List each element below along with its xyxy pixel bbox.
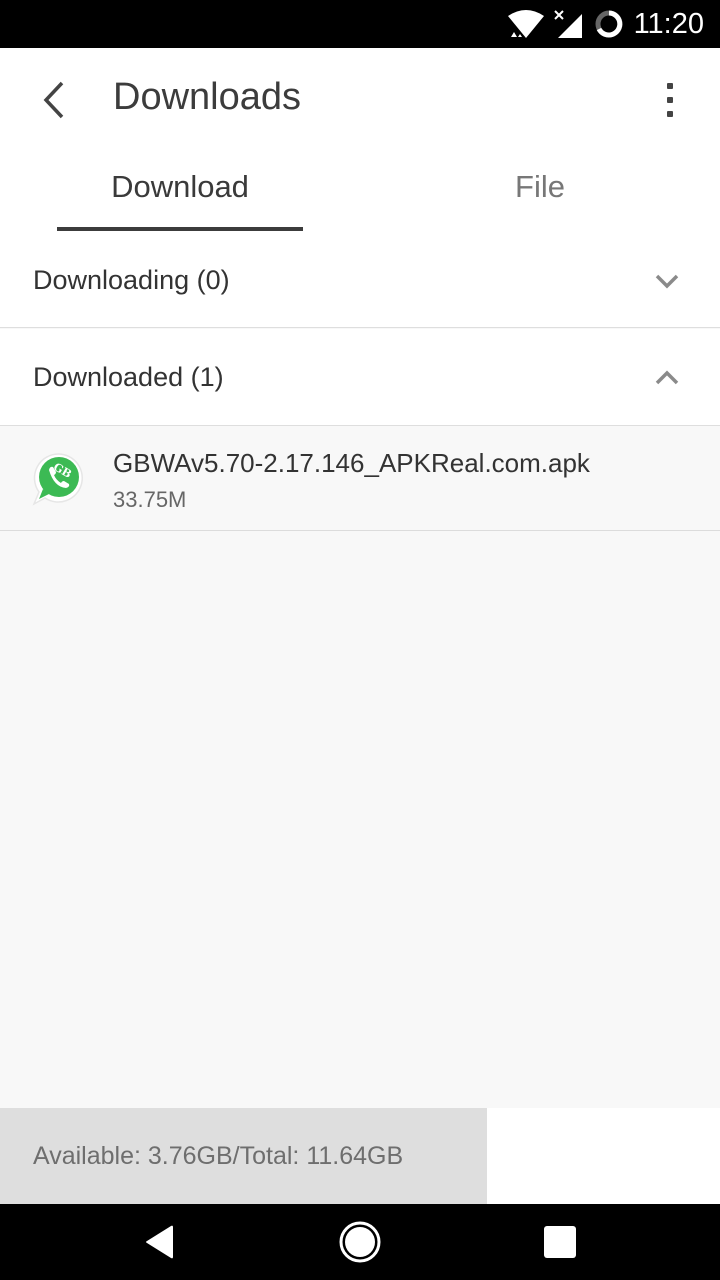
file-name: GBWAv5.70-2.17.146_APKReal.com.apk — [113, 448, 590, 478]
section-downloaded[interactable]: Downloaded (1) — [0, 329, 720, 426]
wifi-icon — [508, 10, 544, 38]
tab-bar: Download File — [0, 148, 720, 232]
more-vert-icon — [667, 83, 673, 89]
chevron-down-icon[interactable] — [654, 268, 680, 294]
more-options-button[interactable] — [650, 78, 690, 122]
chevron-left-icon — [43, 81, 64, 119]
app-bar: Downloads — [0, 48, 720, 148]
more-vert-icon-dot — [667, 111, 673, 117]
clock: 11:20 — [633, 8, 704, 40]
list-item[interactable]: GB GBWAv5.70-2.17.146_APKReal.com.apk 33… — [0, 426, 720, 531]
nav-back-icon — [146, 1225, 173, 1259]
section-downloaded-label: Downloaded (1) — [33, 361, 224, 392]
tab-download[interactable]: Download — [57, 148, 303, 232]
section-downloading-label: Downloading (0) — [33, 264, 230, 295]
signal-no-sim-icon — [554, 10, 582, 38]
nav-recents-icon — [544, 1226, 576, 1258]
file-size: 33.75M — [113, 487, 187, 512]
section-downloading[interactable]: Downloading (0) — [0, 232, 720, 328]
system-nav-bar — [0, 1204, 720, 1280]
back-button[interactable] — [26, 72, 82, 128]
chevron-up-icon[interactable] — [654, 365, 680, 391]
status-bar: 11:20 — [0, 0, 720, 48]
more-vert-icon-dot — [667, 97, 673, 103]
nav-back-button[interactable] — [100, 1204, 220, 1280]
nav-recents-button[interactable] — [500, 1204, 620, 1280]
sync-progress-icon — [595, 10, 623, 38]
tab-file[interactable]: File — [420, 148, 660, 232]
nav-home-button[interactable] — [300, 1204, 420, 1280]
storage-text: Available: 3.76GB/Total: 11.64GB — [33, 1141, 404, 1170]
storage-bar: Available: 3.76GB/Total: 11.64GB — [0, 1108, 720, 1204]
tab-indicator — [57, 227, 303, 231]
gbwhatsapp-app-icon: GB — [32, 453, 83, 506]
page-title: Downloads — [113, 76, 301, 118]
nav-home-icon — [339, 1221, 381, 1263]
